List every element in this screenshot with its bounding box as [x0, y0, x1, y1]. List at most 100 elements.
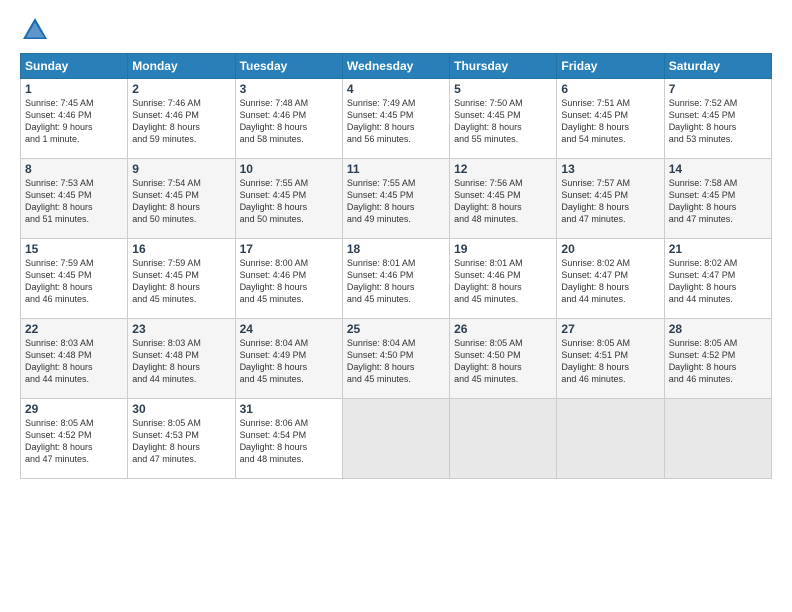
calendar-day-cell: 2Sunrise: 7:46 AM Sunset: 4:46 PM Daylig…: [128, 79, 235, 159]
day-number: 5: [454, 82, 552, 96]
calendar-day-cell: 11Sunrise: 7:55 AM Sunset: 4:45 PM Dayli…: [342, 159, 449, 239]
calendar-day-cell: 25Sunrise: 8:04 AM Sunset: 4:50 PM Dayli…: [342, 319, 449, 399]
calendar-day-cell: [664, 399, 771, 479]
day-number: 16: [132, 242, 230, 256]
day-of-week-header: Tuesday: [235, 54, 342, 79]
calendar-day-cell: [557, 399, 664, 479]
day-number: 30: [132, 402, 230, 416]
day-info: Sunrise: 8:05 AM Sunset: 4:50 PM Dayligh…: [454, 337, 552, 386]
day-number: 28: [669, 322, 767, 336]
day-number: 14: [669, 162, 767, 176]
calendar-week-row: 1Sunrise: 7:45 AM Sunset: 4:46 PM Daylig…: [21, 79, 772, 159]
day-number: 13: [561, 162, 659, 176]
header: [20, 15, 772, 45]
day-info: Sunrise: 7:51 AM Sunset: 4:45 PM Dayligh…: [561, 97, 659, 146]
calendar-day-cell: 22Sunrise: 8:03 AM Sunset: 4:48 PM Dayli…: [21, 319, 128, 399]
day-info: Sunrise: 7:48 AM Sunset: 4:46 PM Dayligh…: [240, 97, 338, 146]
calendar-day-cell: 13Sunrise: 7:57 AM Sunset: 4:45 PM Dayli…: [557, 159, 664, 239]
day-number: 20: [561, 242, 659, 256]
calendar-day-cell: 5Sunrise: 7:50 AM Sunset: 4:45 PM Daylig…: [450, 79, 557, 159]
day-of-week-header: Wednesday: [342, 54, 449, 79]
calendar-day-cell: [342, 399, 449, 479]
day-info: Sunrise: 8:05 AM Sunset: 4:53 PM Dayligh…: [132, 417, 230, 466]
day-number: 3: [240, 82, 338, 96]
day-number: 23: [132, 322, 230, 336]
calendar-week-row: 29Sunrise: 8:05 AM Sunset: 4:52 PM Dayli…: [21, 399, 772, 479]
day-number: 4: [347, 82, 445, 96]
calendar-day-cell: 21Sunrise: 8:02 AM Sunset: 4:47 PM Dayli…: [664, 239, 771, 319]
calendar-day-cell: 3Sunrise: 7:48 AM Sunset: 4:46 PM Daylig…: [235, 79, 342, 159]
day-of-week-header: Monday: [128, 54, 235, 79]
calendar-day-cell: 30Sunrise: 8:05 AM Sunset: 4:53 PM Dayli…: [128, 399, 235, 479]
calendar-day-cell: 24Sunrise: 8:04 AM Sunset: 4:49 PM Dayli…: [235, 319, 342, 399]
calendar-week-row: 15Sunrise: 7:59 AM Sunset: 4:45 PM Dayli…: [21, 239, 772, 319]
day-number: 17: [240, 242, 338, 256]
day-number: 19: [454, 242, 552, 256]
day-of-week-header: Thursday: [450, 54, 557, 79]
day-info: Sunrise: 8:06 AM Sunset: 4:54 PM Dayligh…: [240, 417, 338, 466]
day-info: Sunrise: 8:01 AM Sunset: 4:46 PM Dayligh…: [454, 257, 552, 306]
day-number: 12: [454, 162, 552, 176]
calendar-day-cell: 6Sunrise: 7:51 AM Sunset: 4:45 PM Daylig…: [557, 79, 664, 159]
day-info: Sunrise: 8:01 AM Sunset: 4:46 PM Dayligh…: [347, 257, 445, 306]
day-number: 18: [347, 242, 445, 256]
day-number: 29: [25, 402, 123, 416]
calendar-day-cell: 26Sunrise: 8:05 AM Sunset: 4:50 PM Dayli…: [450, 319, 557, 399]
day-number: 2: [132, 82, 230, 96]
day-info: Sunrise: 8:04 AM Sunset: 4:49 PM Dayligh…: [240, 337, 338, 386]
calendar-day-cell: 23Sunrise: 8:03 AM Sunset: 4:48 PM Dayli…: [128, 319, 235, 399]
header-row: SundayMondayTuesdayWednesdayThursdayFrid…: [21, 54, 772, 79]
calendar-header: SundayMondayTuesdayWednesdayThursdayFrid…: [21, 54, 772, 79]
day-of-week-header: Saturday: [664, 54, 771, 79]
day-info: Sunrise: 7:46 AM Sunset: 4:46 PM Dayligh…: [132, 97, 230, 146]
calendar-day-cell: 19Sunrise: 8:01 AM Sunset: 4:46 PM Dayli…: [450, 239, 557, 319]
day-info: Sunrise: 7:52 AM Sunset: 4:45 PM Dayligh…: [669, 97, 767, 146]
calendar-day-cell: 18Sunrise: 8:01 AM Sunset: 4:46 PM Dayli…: [342, 239, 449, 319]
day-number: 31: [240, 402, 338, 416]
day-info: Sunrise: 8:00 AM Sunset: 4:46 PM Dayligh…: [240, 257, 338, 306]
day-number: 8: [25, 162, 123, 176]
day-number: 7: [669, 82, 767, 96]
calendar-day-cell: 29Sunrise: 8:05 AM Sunset: 4:52 PM Dayli…: [21, 399, 128, 479]
day-number: 1: [25, 82, 123, 96]
day-number: 27: [561, 322, 659, 336]
day-number: 24: [240, 322, 338, 336]
day-info: Sunrise: 7:53 AM Sunset: 4:45 PM Dayligh…: [25, 177, 123, 226]
day-info: Sunrise: 8:02 AM Sunset: 4:47 PM Dayligh…: [561, 257, 659, 306]
day-info: Sunrise: 7:56 AM Sunset: 4:45 PM Dayligh…: [454, 177, 552, 226]
day-info: Sunrise: 7:55 AM Sunset: 4:45 PM Dayligh…: [347, 177, 445, 226]
day-info: Sunrise: 7:54 AM Sunset: 4:45 PM Dayligh…: [132, 177, 230, 226]
calendar-day-cell: 27Sunrise: 8:05 AM Sunset: 4:51 PM Dayli…: [557, 319, 664, 399]
day-number: 26: [454, 322, 552, 336]
day-of-week-header: Sunday: [21, 54, 128, 79]
day-number: 25: [347, 322, 445, 336]
day-info: Sunrise: 8:04 AM Sunset: 4:50 PM Dayligh…: [347, 337, 445, 386]
day-info: Sunrise: 8:05 AM Sunset: 4:51 PM Dayligh…: [561, 337, 659, 386]
calendar-day-cell: 12Sunrise: 7:56 AM Sunset: 4:45 PM Dayli…: [450, 159, 557, 239]
calendar-day-cell: 9Sunrise: 7:54 AM Sunset: 4:45 PM Daylig…: [128, 159, 235, 239]
day-number: 15: [25, 242, 123, 256]
logo: [20, 15, 54, 45]
calendar-day-cell: 4Sunrise: 7:49 AM Sunset: 4:45 PM Daylig…: [342, 79, 449, 159]
calendar-day-cell: 20Sunrise: 8:02 AM Sunset: 4:47 PM Dayli…: [557, 239, 664, 319]
calendar-day-cell: 15Sunrise: 7:59 AM Sunset: 4:45 PM Dayli…: [21, 239, 128, 319]
day-info: Sunrise: 7:45 AM Sunset: 4:46 PM Dayligh…: [25, 97, 123, 146]
day-number: 10: [240, 162, 338, 176]
day-info: Sunrise: 7:55 AM Sunset: 4:45 PM Dayligh…: [240, 177, 338, 226]
day-number: 21: [669, 242, 767, 256]
calendar-body: 1Sunrise: 7:45 AM Sunset: 4:46 PM Daylig…: [21, 79, 772, 479]
calendar-day-cell: 14Sunrise: 7:58 AM Sunset: 4:45 PM Dayli…: [664, 159, 771, 239]
day-info: Sunrise: 8:03 AM Sunset: 4:48 PM Dayligh…: [25, 337, 123, 386]
calendar-day-cell: 8Sunrise: 7:53 AM Sunset: 4:45 PM Daylig…: [21, 159, 128, 239]
day-info: Sunrise: 8:05 AM Sunset: 4:52 PM Dayligh…: [25, 417, 123, 466]
calendar-table: SundayMondayTuesdayWednesdayThursdayFrid…: [20, 53, 772, 479]
calendar-day-cell: 28Sunrise: 8:05 AM Sunset: 4:52 PM Dayli…: [664, 319, 771, 399]
calendar-day-cell: [450, 399, 557, 479]
calendar-week-row: 22Sunrise: 8:03 AM Sunset: 4:48 PM Dayli…: [21, 319, 772, 399]
calendar-day-cell: 16Sunrise: 7:59 AM Sunset: 4:45 PM Dayli…: [128, 239, 235, 319]
day-info: Sunrise: 7:50 AM Sunset: 4:45 PM Dayligh…: [454, 97, 552, 146]
day-of-week-header: Friday: [557, 54, 664, 79]
day-info: Sunrise: 7:58 AM Sunset: 4:45 PM Dayligh…: [669, 177, 767, 226]
day-info: Sunrise: 8:03 AM Sunset: 4:48 PM Dayligh…: [132, 337, 230, 386]
day-info: Sunrise: 7:57 AM Sunset: 4:45 PM Dayligh…: [561, 177, 659, 226]
